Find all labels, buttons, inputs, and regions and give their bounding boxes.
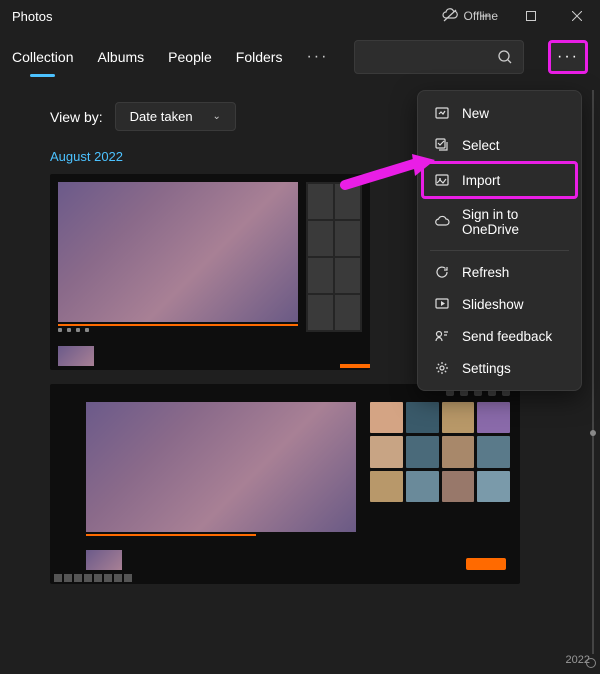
menu-label: Slideshow xyxy=(462,297,524,312)
menu-label: Send feedback xyxy=(462,329,552,344)
onedrive-icon xyxy=(434,214,450,230)
menu-label: Settings xyxy=(462,361,511,376)
cloud-offline-icon xyxy=(442,8,458,24)
menu-item-select[interactable]: Select xyxy=(424,129,575,161)
chevron-down-icon: ⌄ xyxy=(213,111,221,122)
slideshow-icon xyxy=(434,296,450,312)
menu-divider xyxy=(430,250,569,251)
search-icon xyxy=(497,49,513,65)
tab-folders[interactable]: Folders xyxy=(236,43,283,71)
photo-thumbnail[interactable] xyxy=(50,384,520,584)
refresh-icon xyxy=(434,264,450,280)
menu-item-slideshow[interactable]: Slideshow xyxy=(424,288,575,320)
select-icon xyxy=(434,137,450,153)
menu-item-new[interactable]: New xyxy=(424,97,575,129)
settings-icon xyxy=(434,360,450,376)
menu-label: Select xyxy=(462,138,500,153)
more-options-button[interactable]: ··· xyxy=(548,40,588,74)
tab-albums[interactable]: Albums xyxy=(97,43,144,71)
timeline-year-dot[interactable] xyxy=(586,658,596,668)
new-icon xyxy=(434,105,450,121)
menu-label: Refresh xyxy=(462,265,509,280)
menu-item-signin[interactable]: Sign in to OneDrive xyxy=(424,199,575,245)
tab-collection[interactable]: Collection xyxy=(12,43,73,71)
photo-thumbnail[interactable] xyxy=(50,174,370,370)
tab-people[interactable]: People xyxy=(168,43,212,71)
search-input[interactable] xyxy=(354,40,524,74)
import-icon xyxy=(434,172,450,188)
menu-label: New xyxy=(462,106,489,121)
app-title: Photos xyxy=(12,9,52,24)
menu-item-refresh[interactable]: Refresh xyxy=(424,256,575,288)
menu-item-import[interactable]: Import xyxy=(421,161,578,199)
window-controls xyxy=(462,0,600,32)
timeline-marker[interactable] xyxy=(590,430,596,436)
menu-label: Sign in to OneDrive xyxy=(462,207,565,237)
viewby-label: View by: xyxy=(50,109,103,125)
viewby-value: Date taken xyxy=(130,109,193,124)
more-options-menu: New Select Import Sign in to OneDrive Re… xyxy=(417,90,582,391)
menu-item-feedback[interactable]: Send feedback xyxy=(424,320,575,352)
nav-more-button[interactable]: ··· xyxy=(306,48,328,66)
navbar: Collection Albums People Folders ··· ··· xyxy=(0,32,600,82)
feedback-icon xyxy=(434,328,450,344)
menu-label: Import xyxy=(462,173,500,188)
maximize-button[interactable] xyxy=(508,0,554,32)
viewby-dropdown[interactable]: Date taken ⌄ xyxy=(115,102,236,131)
close-button[interactable] xyxy=(554,0,600,32)
minimize-button[interactable] xyxy=(462,0,508,32)
menu-item-settings[interactable]: Settings xyxy=(424,352,575,384)
timeline-rail[interactable] xyxy=(592,90,594,654)
